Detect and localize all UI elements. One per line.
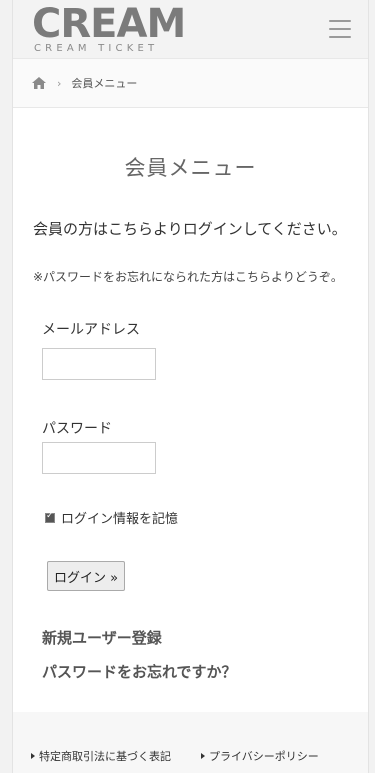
forgot-password-link[interactable]: パスワードをお忘れですか？ [42,661,237,682]
password-label: パスワード [42,421,112,437]
page-frame: CREAM CREAM TICKET › 会員メニュー 会員メニュー 会員の方は… [12,0,369,773]
footer-link-commerce-law[interactable]: 特定商取引法に基づく表記 [31,748,171,764]
breadcrumb: › 会員メニュー [13,58,368,108]
main-content: 会員メニュー 会員の方はこちらよりログインしてください。 ※パスワードをお忘れに… [13,108,368,712]
menu-bar [329,20,351,22]
breadcrumb-current: 会員メニュー [71,77,138,90]
menu-bar [329,36,351,38]
breadcrumb-separator: › [57,76,62,90]
email-label: メールアドレス [42,322,140,338]
email-field[interactable] [42,348,156,380]
footer-link-label: 特定商取引法に基づく表記 [39,750,171,763]
page-title: 会員メニュー [124,156,257,180]
site-header: CREAM CREAM TICKET [13,0,368,58]
arrow-right-icon [201,753,205,759]
register-link[interactable]: 新規ユーザー登録 [42,627,162,648]
remember-me[interactable]: ログイン情報を記憶 [45,508,178,527]
login-intro-text: 会員の方はこちらよりログインしてください。 [33,220,347,238]
login-button[interactable]: ログイン » [47,561,125,591]
remember-checkbox[interactable] [45,511,55,523]
footer: 特定商取引法に基づく表記 プライバシーポリシー [13,712,368,773]
remember-label: ログイン情報を記憶 [61,512,179,527]
footer-link-label: プライバシーポリシー [209,750,319,763]
logo[interactable]: CREAM [32,2,186,46]
home-icon[interactable] [31,76,47,90]
password-field[interactable] [42,442,156,474]
password-note: ※パスワードをお忘れになられた方はこちらよりどうぞ。 [33,270,343,284]
footer-link-privacy[interactable]: プライバシーポリシー [201,748,319,764]
menu-bar [329,28,351,30]
arrow-right-icon [31,753,35,759]
logo-subtitle: CREAM TICKET [34,43,159,54]
hamburger-menu-icon[interactable] [329,20,351,38]
